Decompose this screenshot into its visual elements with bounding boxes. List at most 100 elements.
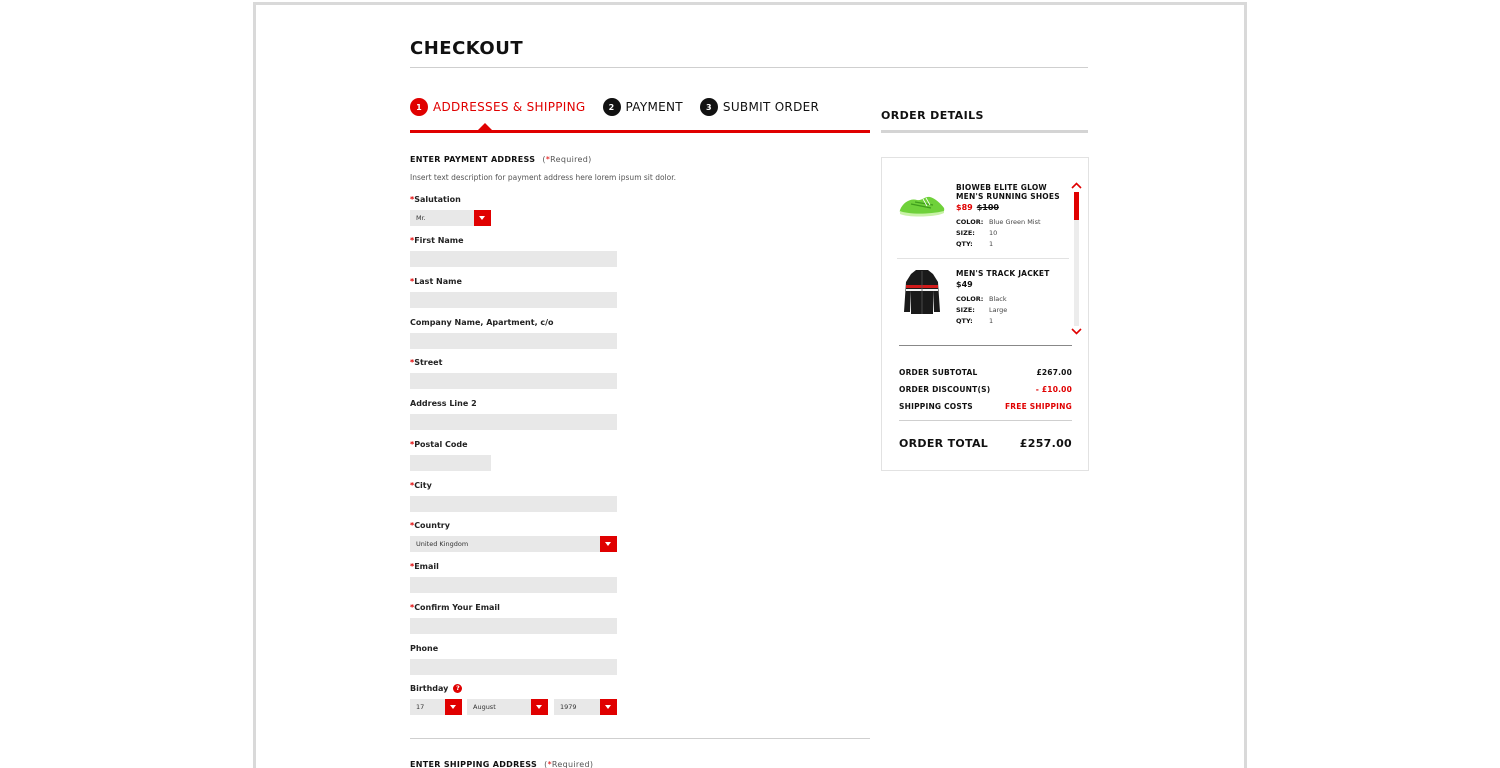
page-title: CHECKOUT xyxy=(410,38,524,59)
label-text: City xyxy=(414,481,432,490)
product-color: COLOR: Black xyxy=(956,295,1007,303)
step-number: 1 xyxy=(410,98,428,116)
street-input[interactable] xyxy=(410,373,617,389)
chevron-down-icon[interactable] xyxy=(600,536,617,552)
label-text: Confirm Your Email xyxy=(414,603,500,612)
first-name-input[interactable] xyxy=(410,251,617,267)
attr-key: SIZE: xyxy=(956,306,975,314)
total-divider xyxy=(899,420,1072,421)
order-total-label: ORDER TOTAL xyxy=(899,437,989,450)
discount-value: - £10.00 xyxy=(1035,385,1072,394)
attr-value: Large xyxy=(989,306,1008,314)
company-input[interactable] xyxy=(410,333,617,349)
step-label: PAYMENT xyxy=(625,100,683,114)
subtotal-value: £267.00 xyxy=(1036,368,1072,377)
select-value: United Kingdom xyxy=(416,540,469,548)
attr-key: QTY: xyxy=(956,317,973,325)
street-label: *Street xyxy=(410,358,443,367)
step-addresses-shipping[interactable]: 1 ADDRESSES & SHIPPING xyxy=(410,98,586,116)
email-label: *Email xyxy=(410,562,439,571)
salutation-select[interactable]: Mr. xyxy=(410,210,491,226)
attr-key: SIZE: xyxy=(956,229,975,237)
country-select[interactable]: United Kingdom xyxy=(410,536,617,552)
chevron-down-icon[interactable] xyxy=(600,699,617,715)
postal-code-input[interactable] xyxy=(410,455,491,471)
product-qty: QTY: 1 xyxy=(956,240,993,248)
original-price: $100 xyxy=(976,203,999,212)
label-text: Last Name xyxy=(414,277,462,286)
chevron-down-icon[interactable] xyxy=(1071,328,1082,335)
label-text: Birthday xyxy=(410,684,449,693)
last-name-input[interactable] xyxy=(410,292,617,308)
attr-key: COLOR: xyxy=(956,218,984,226)
track-jacket-image[interactable] xyxy=(903,268,941,316)
email-input[interactable] xyxy=(410,577,617,593)
section-divider xyxy=(410,738,870,739)
totals-divider xyxy=(899,345,1072,346)
phone-input[interactable] xyxy=(410,659,617,675)
attr-value: 1 xyxy=(989,317,994,325)
product-name[interactable]: BIOWEB ELITE GLOW MEN'S RUNNING SHOES xyxy=(956,183,1066,201)
chevron-down-icon[interactable] xyxy=(445,699,462,715)
payment-address-heading: ENTER PAYMENT ADDRESS (*Required) xyxy=(410,155,592,164)
step-label: ADDRESSES & SHIPPING xyxy=(433,100,586,114)
label-text: Postal Code xyxy=(414,440,468,449)
product-size: SIZE: 10 xyxy=(956,229,997,237)
select-value: August xyxy=(473,703,496,711)
discount-row: ORDER DISCOUNT(S) - £10.00 xyxy=(899,385,1072,394)
select-value: 17 xyxy=(416,703,425,711)
item-divider xyxy=(897,258,1069,259)
label-text: Email xyxy=(414,562,439,571)
chevron-down-icon[interactable] xyxy=(474,210,491,226)
order-details-title: ORDER DETAILS xyxy=(881,109,984,122)
step-label: SUBMIT ORDER xyxy=(722,100,820,114)
birthday-day-select[interactable]: 17 xyxy=(410,699,462,715)
postal-code-label: *Postal Code xyxy=(410,440,468,449)
confirm-email-input[interactable] xyxy=(410,618,617,634)
city-input[interactable] xyxy=(410,496,617,512)
active-step-indicator xyxy=(478,123,492,130)
required-note: (*Required) xyxy=(544,760,594,768)
attr-key: QTY: xyxy=(956,240,973,248)
attr-value: Black xyxy=(989,295,1007,303)
product-qty: QTY: 1 xyxy=(956,317,993,325)
order-total-value: £257.00 xyxy=(1019,437,1072,450)
attr-key: COLOR: xyxy=(956,295,984,303)
required-note: (*Required) xyxy=(542,155,592,164)
birthday-month-select[interactable]: August xyxy=(467,699,548,715)
title-divider xyxy=(410,67,1088,68)
question-icon[interactable]: ? xyxy=(453,684,463,693)
scrollbar-thumb[interactable] xyxy=(1074,192,1079,220)
first-name-label: *First Name xyxy=(410,236,464,245)
label-text: First Name xyxy=(414,236,464,245)
confirm-email-label: *Confirm Your Email xyxy=(410,603,500,612)
label-text: Street xyxy=(414,358,443,367)
running-shoe-image[interactable] xyxy=(897,190,947,220)
chevron-up-icon[interactable] xyxy=(1071,182,1082,189)
required-word: Required xyxy=(550,155,589,164)
attr-value: 10 xyxy=(989,229,998,237)
birthday-label: Birthday? xyxy=(410,684,463,693)
shipping-label: SHIPPING COSTS xyxy=(899,402,973,411)
heading-text: ENTER SHIPPING ADDRESS xyxy=(410,760,538,768)
label-text: Salutation xyxy=(414,195,461,204)
birthday-year-select[interactable]: 1979 xyxy=(554,699,617,715)
product-size: SIZE: Large xyxy=(956,306,1007,314)
required-word: Required xyxy=(551,760,590,768)
step-payment[interactable]: 2 PAYMENT xyxy=(602,98,683,116)
salutation-label: *Salutation xyxy=(410,195,461,204)
country-label: *Country xyxy=(410,521,450,530)
product-name[interactable]: MEN'S TRACK JACKET xyxy=(956,269,1066,278)
payment-address-description: Insert text description for payment addr… xyxy=(410,173,676,182)
label-text: Country xyxy=(414,521,450,530)
checkout-steps: 1 ADDRESSES & SHIPPING 2 PAYMENT 3 SUBMI… xyxy=(410,96,836,118)
step-number: 3 xyxy=(699,98,718,116)
subtotal-row: ORDER SUBTOTAL £267.00 xyxy=(899,368,1072,377)
step-submit-order[interactable]: 3 SUBMIT ORDER xyxy=(699,98,820,116)
sale-price: $89 xyxy=(956,203,973,212)
step-number: 2 xyxy=(602,98,621,116)
select-value: Mr. xyxy=(416,214,426,222)
address-line-2-input[interactable] xyxy=(410,414,617,430)
chevron-down-icon[interactable] xyxy=(531,699,548,715)
steps-underline xyxy=(410,130,870,133)
